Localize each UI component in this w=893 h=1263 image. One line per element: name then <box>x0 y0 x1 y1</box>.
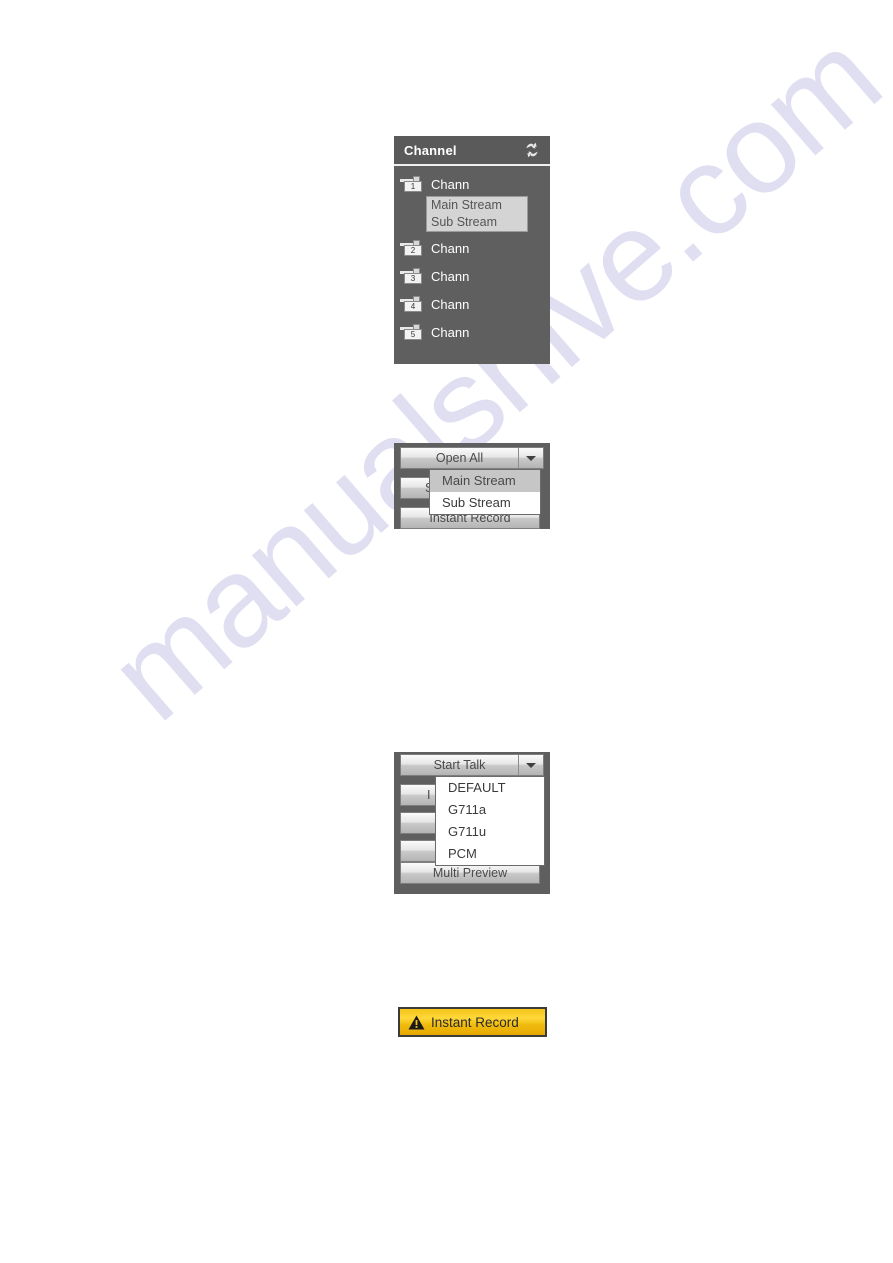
camera-icon: 4 <box>400 295 424 313</box>
watermark-text: manualshive.com <box>83 5 893 748</box>
menu-item-pcm[interactable]: PCM <box>436 843 544 865</box>
camera-icon: 3 <box>400 267 424 285</box>
open-all-button[interactable]: Open All <box>400 447 544 469</box>
chevron-down-icon[interactable] <box>518 755 543 775</box>
camera-number: 5 <box>410 329 416 339</box>
warning-triangle-icon <box>408 1015 425 1030</box>
channel-panel-header: Channel <box>394 136 550 166</box>
open-all-panel: S Instant Record Open All Main Stream Su… <box>394 443 550 529</box>
list-item-label: Chann <box>431 296 470 312</box>
list-item[interactable]: 3 Chann <box>394 262 550 290</box>
menu-item-sub-stream[interactable]: Sub Stream <box>430 492 540 514</box>
menu-item-g711a[interactable]: G711a <box>436 799 544 821</box>
open-all-button-label: Open All <box>435 451 484 465</box>
list-item-label: Chann <box>431 240 470 256</box>
list-item[interactable]: 4 Chann <box>394 290 550 318</box>
start-talk-panel: I Multi Preview Start Talk DEFAULT G711a… <box>394 752 550 894</box>
camera-number: 1 <box>410 181 416 191</box>
menu-item-main-stream[interactable]: Main Stream <box>427 197 527 214</box>
camera-icon: 1 <box>400 175 424 193</box>
audio-codec-menu: DEFAULT G711a G711u PCM <box>435 776 545 866</box>
menu-item-g711u[interactable]: G711u <box>436 821 544 843</box>
list-item[interactable]: 5 Chann <box>394 318 550 346</box>
refresh-icon[interactable] <box>522 140 542 160</box>
channel-panel: Channel 1 Chann 2 Chann 3 Chann 4 Chann … <box>394 136 550 364</box>
menu-item-main-stream[interactable]: Main Stream <box>430 470 540 492</box>
camera-number: 4 <box>410 301 416 311</box>
camera-number: 3 <box>410 273 416 283</box>
camera-icon: 5 <box>400 323 424 341</box>
channel-list: 1 Chann 2 Chann 3 Chann 4 Chann 5 Chann <box>394 166 550 346</box>
list-item-label: Chann <box>431 176 470 192</box>
start-talk-button-label: Start Talk <box>433 758 486 772</box>
stream-select-popup: Main Stream Sub Stream <box>426 196 528 232</box>
camera-number: 2 <box>410 245 416 255</box>
list-item-label: Chann <box>431 268 470 284</box>
instant-record-label: Instant Record <box>431 1014 519 1030</box>
menu-item-sub-stream[interactable]: Sub Stream <box>427 214 527 231</box>
list-item[interactable]: 1 Chann <box>394 170 550 198</box>
page-title: Channel <box>404 142 457 158</box>
open-all-menu: Main Stream Sub Stream <box>429 469 541 515</box>
chevron-down-icon[interactable] <box>518 448 543 468</box>
menu-item-default[interactable]: DEFAULT <box>436 777 544 799</box>
list-item[interactable]: 2 Chann <box>394 234 550 262</box>
list-item-label: Chann <box>431 324 470 340</box>
camera-icon: 2 <box>400 239 424 257</box>
start-talk-button[interactable]: Start Talk <box>400 754 544 776</box>
instant-record-button[interactable]: Instant Record <box>398 1007 547 1037</box>
